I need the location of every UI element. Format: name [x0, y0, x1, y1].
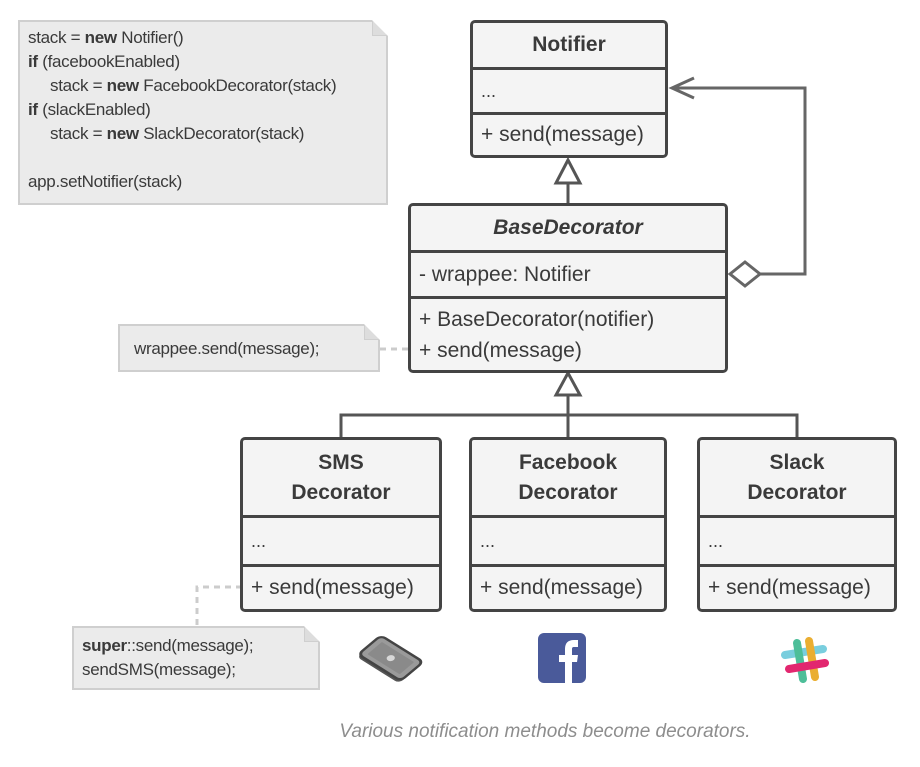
client-code-lines: stack = new Notifier() if (facebookEnable… [28, 26, 378, 194]
class-name-line-1: SMS [318, 450, 364, 474]
class-fields: ... [243, 518, 439, 567]
code-text: SlackDecorator(stack) [138, 124, 305, 143]
code-text: Notifier() [116, 28, 184, 47]
code-line: stack = new FacebookDecorator(stack) [28, 74, 378, 98]
code-text: FacebookDecorator(stack) [138, 76, 337, 95]
class-field: - wrappee: Notifier [411, 253, 725, 299]
code-keyword: new [106, 124, 139, 143]
class-name-line-2: Decorator [747, 480, 847, 504]
class-name-line-2: Decorator [518, 480, 618, 504]
phone-icon [359, 636, 423, 682]
class-fields: ... [473, 70, 665, 115]
sms-note-line-2: sendSMS(message); [82, 660, 236, 679]
sms-note-call: ::send(message); [126, 636, 254, 655]
facebook-decorator-class[interactable]: Facebook Decorator ... + send(message) [469, 437, 667, 612]
class-method: + send(message) [251, 576, 414, 599]
code-keyword: if [28, 100, 38, 119]
slack-icon [781, 637, 829, 683]
note-connector-sms-send [195, 585, 242, 630]
code-line: if (facebookEnabled) [28, 50, 378, 74]
class-method: + BaseDecorator(notifier) [419, 307, 655, 331]
class-name: Notifier [473, 23, 665, 70]
base-send-note: wrappee.send(message); [118, 324, 380, 372]
base-decorator-class[interactable]: BaseDecorator - wrappee: Notifier + Base… [408, 203, 728, 373]
code-line: stack = new Notifier() [28, 26, 378, 50]
facebook-icon [538, 633, 586, 683]
code-keyword: new [106, 76, 139, 95]
code-line: if (slackEnabled) [28, 98, 378, 122]
inheritance-arrow-decorators-to-base [339, 369, 799, 437]
slack-decorator-class[interactable]: Slack Decorator ... + send(message) [697, 437, 897, 612]
class-fields: ... [472, 518, 664, 567]
code-text: stack = [50, 76, 107, 95]
code-line: stack = new SlackDecorator(stack) [28, 122, 378, 146]
sms-note-keyword: super [82, 636, 127, 655]
inheritance-arrow-base-to-notifier [553, 156, 583, 203]
note-fold-icon [364, 324, 380, 340]
note-fold-icon [372, 20, 388, 36]
base-send-note-text: wrappee.send(message); [134, 339, 320, 358]
code-keyword: new [84, 28, 117, 47]
class-name-line-2: Decorator [291, 480, 391, 504]
class-fields: ... [700, 518, 894, 567]
code-text: (facebookEnabled) [37, 52, 180, 71]
notifier-class[interactable]: Notifier ... + send(message) [470, 20, 668, 158]
class-method: + send(message) [708, 576, 871, 599]
code-text: stack = [50, 124, 107, 143]
sms-decorator-class[interactable]: SMS Decorator ... + send(message) [240, 437, 442, 612]
code-line: app.setNotifier(stack) [28, 170, 378, 194]
sms-note-line-1: super::send(message); [82, 634, 318, 658]
client-code-note: stack = new Notifier() if (facebookEnable… [18, 20, 388, 205]
class-method: + send(message) [481, 123, 644, 146]
code-text: (slackEnabled) [37, 100, 151, 119]
class-name-line-1: Slack [769, 450, 825, 474]
class-name-line-1: Facebook [518, 450, 618, 474]
figure-caption: Various notification methods become deco… [339, 721, 751, 742]
class-method: + send(message) [419, 338, 582, 362]
sms-send-note: super::send(message); sendSMS(message); [72, 626, 320, 690]
code-text: stack = [28, 28, 85, 47]
note-fold-icon [304, 626, 320, 642]
class-method: + send(message) [480, 576, 643, 599]
class-name: BaseDecorator [411, 206, 725, 253]
code-keyword: if [28, 52, 38, 71]
code-text: app.setNotifier(stack) [28, 172, 183, 191]
